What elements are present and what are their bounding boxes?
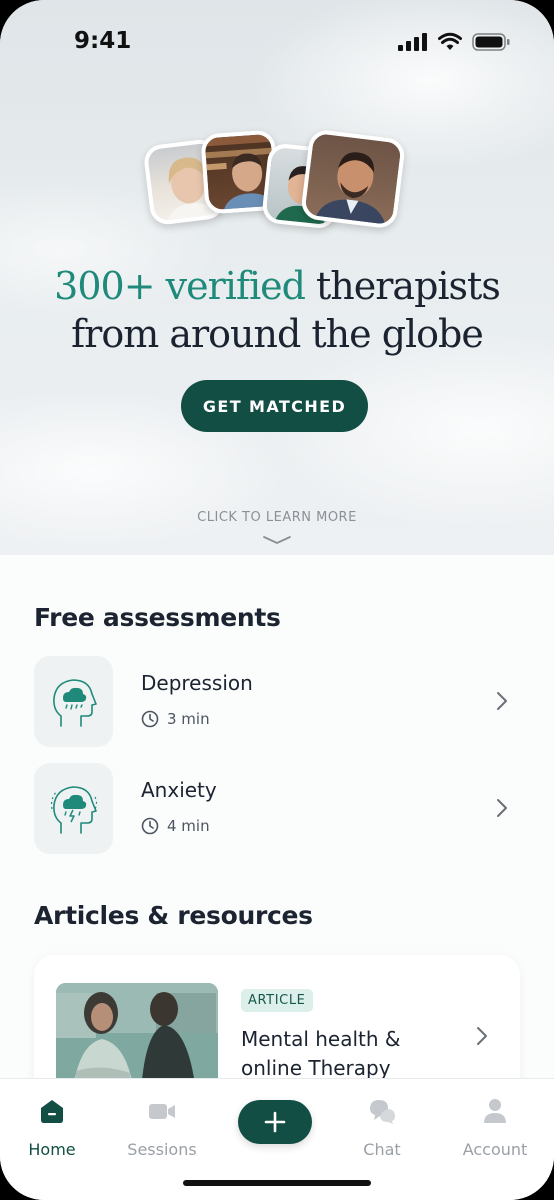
duration-text: 3 min (167, 710, 210, 728)
tab-label: Chat (363, 1140, 401, 1159)
signal-icon (398, 33, 427, 51)
get-matched-button[interactable]: GET MATCHED (181, 380, 368, 432)
video-icon (149, 1104, 175, 1119)
tab-label: Account (462, 1140, 528, 1159)
app-screen: 9:41 300+ verified therapists from aroun… (0, 0, 554, 1200)
learn-more-link[interactable]: CLICK TO LEARN MORE (0, 510, 554, 525)
headline-line2: from around the globe (71, 312, 484, 356)
home-icon (41, 1100, 63, 1123)
person-icon (484, 1099, 506, 1123)
battery-icon (472, 33, 510, 51)
articles-title: Articles & resources (34, 901, 313, 930)
duration-text: 4 min (167, 817, 210, 835)
assessment-title: Anxiety (141, 778, 217, 802)
chevron-right-icon[interactable] (474, 1025, 490, 1047)
head-storm-icon (34, 763, 113, 854)
wifi-icon (438, 32, 462, 50)
headline-line1: therapists (304, 264, 501, 308)
assessment-title: Depression (141, 671, 253, 695)
chevron-right-icon[interactable] (494, 797, 510, 819)
chevron-right-icon[interactable] (494, 690, 510, 712)
home-indicator (183, 1180, 371, 1186)
assessment-duration: 3 min (141, 710, 210, 728)
clock-icon (141, 817, 159, 835)
article-title: Mental health & online Therapy (241, 1027, 401, 1080)
headline-accent: 300+ verified (54, 264, 306, 308)
chevron-down-icon[interactable] (262, 534, 292, 546)
therapist-photo (299, 128, 407, 230)
assessment-duration: 4 min (141, 817, 210, 835)
head-cloud-icon (34, 656, 113, 747)
hero-headline: 300+ verified therapists from around the… (0, 262, 554, 358)
clock-icon (141, 710, 159, 728)
status-time: 9:41 (74, 28, 132, 54)
therapist-photos (142, 128, 410, 240)
chat-icon (370, 1100, 395, 1124)
tab-label: Home (28, 1140, 76, 1159)
add-button[interactable] (238, 1100, 312, 1144)
tab-label: Sessions (127, 1140, 197, 1159)
article-badge: ARTICLE (241, 989, 313, 1012)
assessments-title: Free assessments (34, 603, 281, 632)
plus-icon (264, 1111, 286, 1133)
hero-section: 9:41 300+ verified therapists from aroun… (0, 0, 554, 555)
status-bar: 9:41 (0, 0, 554, 84)
